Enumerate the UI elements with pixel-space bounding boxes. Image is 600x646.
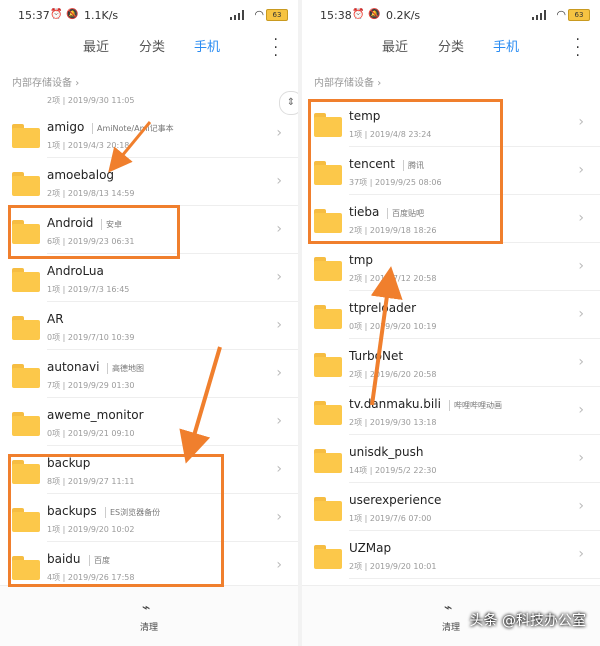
watermark: 头条 @科技办公室 bbox=[469, 613, 586, 629]
annotation-arrows bbox=[108, 121, 403, 464]
arrow-temp bbox=[370, 266, 403, 406]
arrow-amoebalog bbox=[108, 121, 152, 173]
arrow-backup bbox=[179, 346, 222, 464]
